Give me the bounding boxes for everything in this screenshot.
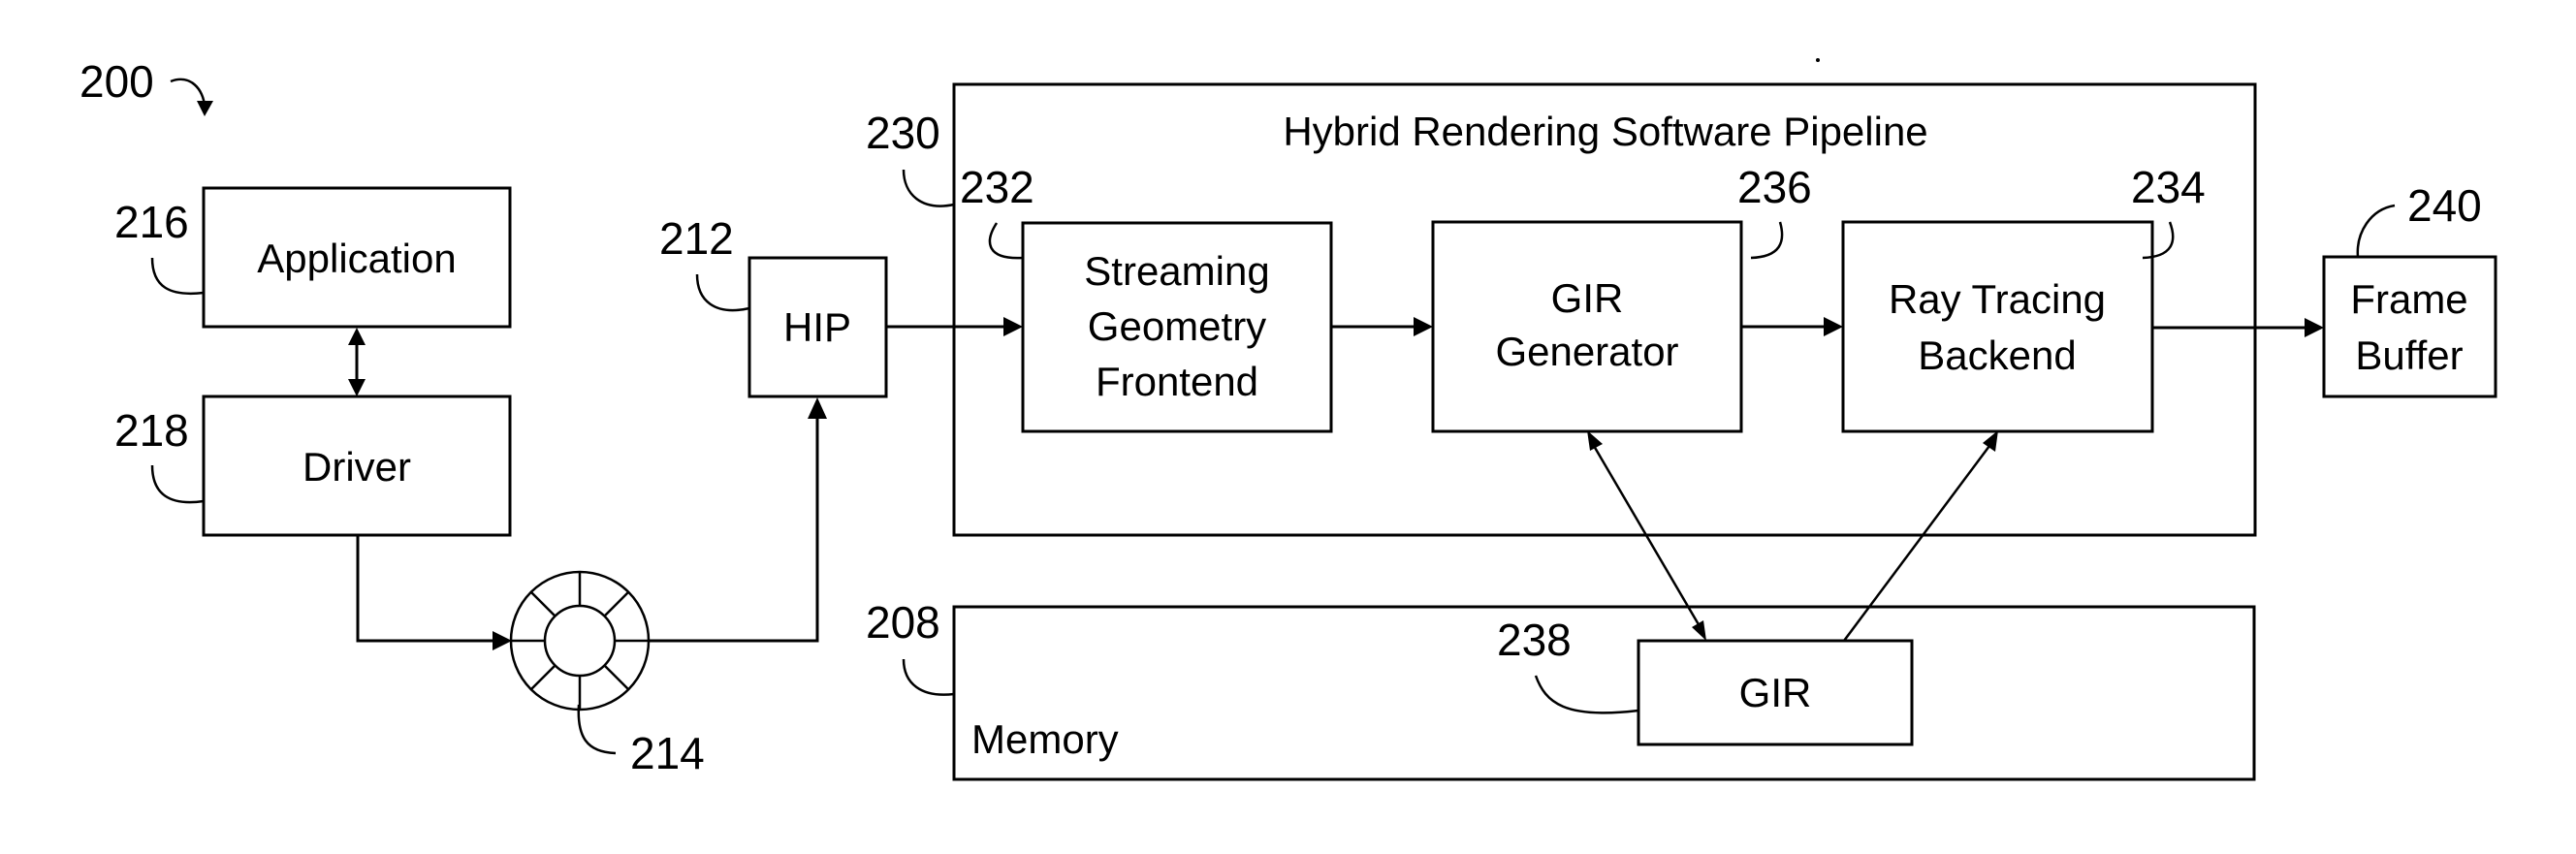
ref-234: 234 xyxy=(2131,162,2206,212)
ref-208: 208 xyxy=(866,597,940,648)
figure-label: 200 xyxy=(80,56,154,107)
leader-208 xyxy=(902,658,955,696)
ref-236: 236 xyxy=(1737,162,1812,212)
leader-212 xyxy=(695,273,750,312)
arrowhead-sgf-in xyxy=(1003,317,1023,336)
fb-label-line2: Buffer xyxy=(2355,332,2463,378)
arrowhead-gir-down xyxy=(1692,620,1706,641)
ref-238: 238 xyxy=(1497,615,1572,665)
girgen-label-line1: GIR xyxy=(1551,275,1624,321)
pipeline-title: Hybrid Rendering Software Pipeline xyxy=(1283,109,1927,154)
hip-label: HIP xyxy=(783,304,851,350)
arrowhead-up-app xyxy=(348,328,366,345)
sgf-label-line2: Geometry xyxy=(1088,303,1266,349)
arrowhead-girgen-in xyxy=(1414,317,1433,336)
arrowhead-girgen-up xyxy=(1587,430,1603,451)
fb-label-line1: Frame xyxy=(2350,276,2467,322)
leader-230 xyxy=(902,169,955,207)
ray-tracing-backend-block[interactable]: Ray Tracing Backend xyxy=(1841,220,2154,433)
arrowhead-rt-up xyxy=(1983,430,1998,452)
ref-214: 214 xyxy=(630,728,705,778)
ref-218: 218 xyxy=(114,405,189,456)
frame-buffer-block[interactable]: Frame Buffer xyxy=(2322,255,2497,398)
application-label: Application xyxy=(257,236,456,281)
gir-block[interactable]: GIR xyxy=(1637,639,1914,746)
ring-buffer-icon xyxy=(509,570,651,712)
rt-label-line2: Backend xyxy=(1918,332,2076,378)
leader-236 xyxy=(1750,221,1784,260)
hip-block[interactable]: HIP xyxy=(747,256,888,398)
arrowhead-fb-in xyxy=(2305,318,2324,337)
application-block[interactable]: Application xyxy=(202,186,512,329)
leader-214 xyxy=(577,704,617,755)
ref-232: 232 xyxy=(960,162,1034,212)
memory-title: Memory xyxy=(971,716,1119,762)
driver-label: Driver xyxy=(302,444,411,490)
arrowhead-rt-in xyxy=(1824,317,1843,336)
leader-216 xyxy=(150,257,205,296)
hybrid-rendering-diagram: 200 Application 216 Driver 218 214 HIP 2… xyxy=(80,56,2497,781)
ref-212: 212 xyxy=(659,213,734,264)
leader-232 xyxy=(988,222,1024,260)
rt-label-line1: Ray Tracing xyxy=(1889,276,2106,322)
ref-230: 230 xyxy=(866,108,940,158)
girgen-label-line2: Generator xyxy=(1495,329,1678,374)
leader-218 xyxy=(150,464,205,504)
ref-216: 216 xyxy=(114,197,189,247)
streaming-geometry-frontend-block[interactable]: Streaming Geometry Frontend xyxy=(1021,221,1333,433)
gir-to-rt-link xyxy=(1842,445,1991,642)
leader-238 xyxy=(1534,675,1639,714)
driver-to-ring-wire xyxy=(356,535,496,643)
arrowhead-down-driver xyxy=(348,379,366,396)
ref-240: 240 xyxy=(2407,180,2482,231)
figure-label-arrowhead xyxy=(197,101,213,116)
ring-to-hip-wire xyxy=(649,415,819,643)
sgf-label-line1: Streaming xyxy=(1084,248,1269,294)
memory-container: Memory xyxy=(952,605,2256,781)
arrowhead-hip-in xyxy=(808,397,827,419)
sgf-label-line3: Frontend xyxy=(1096,359,1258,404)
gir-generator-block[interactable]: GIR Generator xyxy=(1431,220,1743,433)
scan-speck xyxy=(1816,58,1820,62)
gir-label: GIR xyxy=(1739,670,1812,715)
arrowhead-ring-in xyxy=(493,631,512,650)
leader-240 xyxy=(2356,204,2396,258)
driver-block[interactable]: Driver xyxy=(202,395,512,537)
